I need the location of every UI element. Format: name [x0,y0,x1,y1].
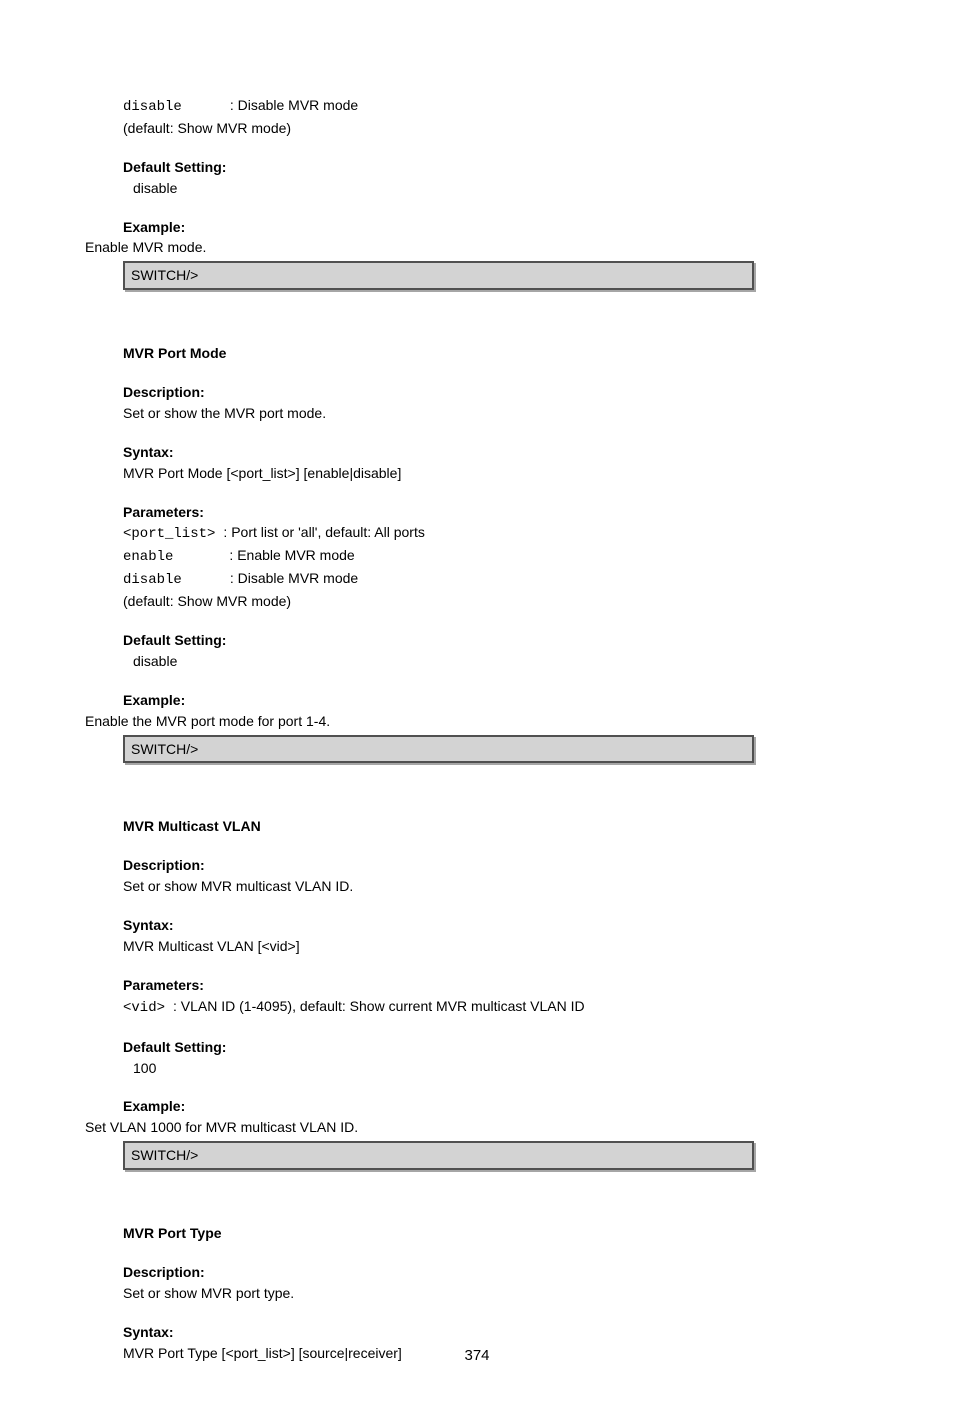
command-box: SWITCH/>mvr port mode 1-4 enable [123,735,754,764]
param-vid: <vid> [123,1000,165,1016]
param-disable-desc: : Disable MVR mode [230,97,358,113]
default-setting-value: disable [133,179,754,198]
param-portlist: <port_list> [123,526,215,542]
example-label: Example: [123,692,185,708]
prompt: SWITCH/> [131,267,198,283]
params-label: Parameters: [123,977,204,993]
command: mvr mode enable [198,267,313,283]
desc-value: Set or show MVR port type. [123,1284,754,1303]
syntax-value: MVR Port Mode [<port_list>] [enable|disa… [123,464,754,483]
default-setting-value: 100 [133,1059,754,1078]
params-label: Parameters: [123,504,204,520]
prompt: SWITCH/> [131,1147,198,1163]
param-disable: disable [123,99,182,115]
desc-value: Set or show the MVR port mode. [123,404,754,423]
desc-value: Set or show MVR multicast VLAN ID. [123,877,754,896]
desc-label: Description: [123,857,205,873]
section-title: MVR Port Type [123,1225,222,1241]
command: mvr port mode 1-4 enable [198,741,368,757]
default-setting-label: Default Setting: [123,1039,226,1055]
param-enable: enable [123,549,173,565]
example-label: Example: [123,1098,185,1114]
param-disable: disable [123,572,182,588]
syntax-value: MVR Multicast VLAN [<vid>] [123,937,754,956]
syntax-label: Syntax: [123,1324,174,1340]
default-note: (default: Show MVR mode) [123,592,754,611]
section-title: MVR Multicast VLAN [123,818,261,834]
param-enable-desc: : Enable MVR mode [229,547,354,563]
default-setting-label: Default Setting: [123,632,226,648]
syntax-label: Syntax: [123,917,174,933]
example-label: Example: [123,219,185,235]
command: mvr multicast vlan 1000 [198,1147,356,1163]
default-setting-value: disable [133,652,754,671]
section-title: MVR Port Mode [123,345,226,361]
param-portlist-desc: : Port list or 'all', default: All ports [223,524,424,540]
syntax-label: Syntax: [123,444,174,460]
param-disable-desc: : Disable MVR mode [230,570,358,586]
desc-label: Description: [123,1264,205,1280]
command-box: SWITCH/>mvr mode enable [123,261,754,290]
page-number: 374 [0,1347,954,1364]
example-desc: Enable MVR mode. [85,238,754,257]
command-box: SWITCH/>mvr multicast vlan 1000 [123,1141,754,1170]
default-setting-label: Default Setting: [123,159,226,175]
example-desc: Set VLAN 1000 for MVR multicast VLAN ID. [85,1118,754,1137]
example-desc: Enable the MVR port mode for port 1-4. [85,712,754,731]
prompt: SWITCH/> [131,741,198,757]
desc-label: Description: [123,384,205,400]
param-vid-desc: : VLAN ID (1-4095), default: Show curren… [173,998,585,1014]
default-note: (default: Show MVR mode) [123,119,754,138]
